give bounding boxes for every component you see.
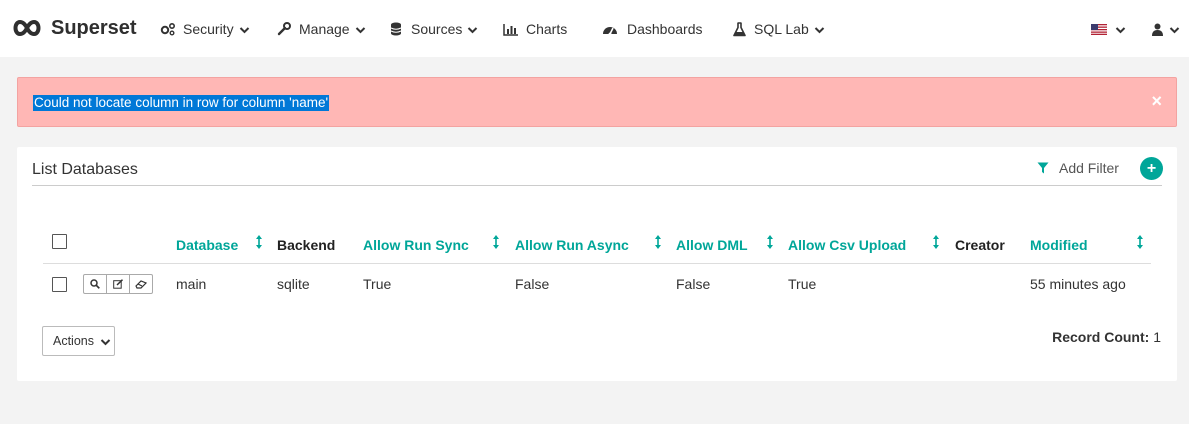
- nav-sources-label: Sources: [411, 21, 463, 37]
- user-icon: [1152, 23, 1163, 36]
- nav-sources[interactable]: Sources: [388, 19, 478, 39]
- chevron-down-icon: [239, 27, 249, 34]
- sort-icon[interactable]: [255, 234, 263, 250]
- row-checkbox[interactable]: [52, 277, 67, 292]
- close-icon[interactable]: ×: [1151, 92, 1162, 110]
- page-title: List Databases: [32, 161, 138, 178]
- database-icon: [388, 21, 404, 37]
- chevron-down-icon: [100, 339, 111, 346]
- column-header-allow-dml[interactable]: Allow DML: [676, 237, 748, 253]
- nav-sql-lab-label: SQL Lab: [754, 21, 809, 37]
- cell-database[interactable]: main: [176, 276, 206, 292]
- wrench-icon: [276, 21, 292, 37]
- cell-modified: 55 minutes ago: [1030, 276, 1126, 292]
- flask-icon: [731, 21, 747, 37]
- navbar: Superset Security Manage Sources Charts …: [0, 0, 1189, 57]
- chevron-down-icon: [1169, 27, 1180, 34]
- actions-label: Actions: [53, 334, 94, 348]
- sort-icon[interactable]: [654, 234, 662, 250]
- cell-backend: sqlite: [277, 276, 310, 292]
- nav-security-label: Security: [183, 21, 234, 37]
- list-databases-panel: List Databases Add Filter + Database Bac…: [17, 147, 1177, 381]
- column-header-allow-run-async[interactable]: Allow Run Async: [515, 237, 629, 253]
- record-count: Record Count: 1: [1052, 329, 1161, 345]
- superset-logo-icon: [13, 19, 41, 37]
- chevron-down-icon: [355, 27, 365, 34]
- dashboard-gauge-icon: [602, 21, 618, 37]
- nav-sql-lab[interactable]: SQL Lab: [731, 19, 825, 39]
- cell-allow-run-async: False: [515, 276, 550, 292]
- alert-message: Could not locate column in row for colum…: [33, 95, 330, 111]
- record-count-label: Record Count:: [1052, 329, 1150, 345]
- language-menu[interactable]: [1091, 19, 1126, 39]
- sort-icon[interactable]: [766, 234, 774, 250]
- cell-allow-csv-upload: True: [788, 276, 817, 292]
- cell-allow-run-sync: True: [363, 276, 392, 292]
- row-actions: [83, 274, 153, 294]
- nav-charts-label: Charts: [526, 21, 568, 37]
- us-flag-icon: [1091, 23, 1107, 35]
- cogs-icon: [160, 21, 176, 37]
- sort-icon[interactable]: [1136, 234, 1144, 250]
- nav-security[interactable]: Security: [160, 19, 250, 39]
- nav-charts[interactable]: Charts: [503, 19, 567, 39]
- chevron-down-icon: [1115, 27, 1126, 34]
- brand-link[interactable]: Superset: [11, 15, 137, 41]
- add-filter-button[interactable]: Add Filter: [1037, 160, 1119, 176]
- chevron-down-icon: [468, 27, 478, 34]
- user-menu[interactable]: [1152, 19, 1180, 39]
- add-filter-label: Add Filter: [1059, 160, 1119, 176]
- cell-allow-dml: False: [676, 276, 711, 292]
- chevron-down-icon: [814, 27, 824, 34]
- brand-name: Superset: [51, 16, 137, 39]
- sort-icon[interactable]: [492, 234, 500, 250]
- eraser-icon: [135, 279, 147, 289]
- bar-chart-icon: [503, 21, 519, 37]
- filter-icon: [1037, 162, 1049, 174]
- column-header-modified[interactable]: Modified: [1030, 237, 1088, 253]
- add-database-button[interactable]: +: [1140, 157, 1163, 180]
- column-header-creator: Creator: [955, 237, 1005, 253]
- edit-record-button[interactable]: [107, 275, 130, 293]
- show-record-button[interactable]: [84, 275, 107, 293]
- edit-icon: [112, 279, 123, 289]
- nav-manage[interactable]: Manage: [276, 19, 366, 39]
- search-icon: [90, 279, 100, 289]
- divider: [43, 263, 1151, 264]
- column-header-allow-csv-upload[interactable]: Allow Csv Upload: [788, 237, 906, 253]
- column-header-database[interactable]: Database: [176, 237, 238, 253]
- nav-dashboards[interactable]: Dashboards: [602, 19, 703, 39]
- nav-dashboards-label: Dashboards: [627, 21, 703, 37]
- column-header-allow-run-sync[interactable]: Allow Run Sync: [363, 237, 469, 253]
- nav-manage-label: Manage: [299, 21, 350, 37]
- error-alert: Could not locate column in row for colum…: [17, 77, 1177, 127]
- record-count-value: 1: [1153, 329, 1161, 345]
- column-header-backend: Backend: [277, 237, 336, 253]
- delete-record-button[interactable]: [130, 275, 152, 293]
- select-all-checkbox[interactable]: [52, 234, 67, 249]
- sort-icon[interactable]: [932, 234, 940, 250]
- actions-dropdown[interactable]: Actions: [42, 326, 115, 356]
- divider: [32, 185, 1162, 186]
